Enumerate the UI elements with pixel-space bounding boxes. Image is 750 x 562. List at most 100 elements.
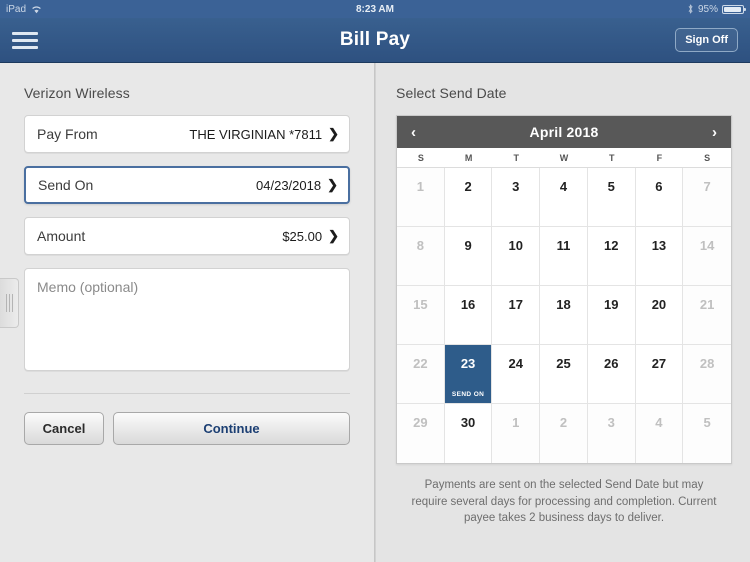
send-on-value: 04/23/2018 [256, 177, 322, 193]
calendar-day-number: 29 [413, 415, 428, 430]
amount-field[interactable]: Amount $25.00 ❯ [24, 217, 350, 255]
next-month-icon[interactable]: › [712, 125, 717, 140]
calendar-dow-4: T [608, 153, 615, 163]
pay-from-field[interactable]: Pay From THE VIRGINIAN *7811 ❯ [24, 115, 350, 153]
payee-name-label: Verizon Wireless [24, 85, 130, 101]
calendar-day[interactable]: 30 [444, 404, 493, 463]
calendar-day-selected[interactable]: 23 SEND ON [444, 345, 493, 404]
calendar-day[interactable]: 12 [587, 227, 636, 286]
calendar-month-title: April 2018 [529, 124, 599, 140]
calendar-day[interactable]: 19 [587, 286, 636, 345]
calendar-day-number: 26 [603, 356, 619, 371]
calendar-day-number: 14 [699, 238, 715, 253]
chevron-right-icon: ❯ [328, 228, 339, 243]
calendar-day-number: 19 [603, 297, 619, 312]
bill-pay-form-pane: Verizon Wireless Pay From THE VIRGINIAN … [0, 63, 375, 562]
calendar-day-number: 1 [512, 415, 520, 430]
calendar-day-number: 28 [699, 356, 715, 371]
calendar-day-number: 8 [416, 238, 424, 253]
calendar-day[interactable]: 26 [587, 345, 636, 404]
calendar-day[interactable]: 24 [492, 345, 541, 404]
calendar-header: ‹ April 2018 › [397, 116, 731, 148]
calendar-day[interactable]: 27 [635, 345, 684, 404]
calendar-day: 1 [492, 404, 541, 463]
pay-from-label: Pay From [37, 126, 98, 142]
calendar-day[interactable]: 11 [540, 227, 588, 286]
calendar-day-number: 18 [556, 297, 571, 312]
calendar-day[interactable]: 6 [635, 168, 684, 227]
calendar-day-number: 24 [508, 356, 524, 371]
calendar-day-number: 6 [655, 179, 663, 194]
calendar-day-number: 25 [556, 356, 571, 371]
amount-value: $25.00 [282, 228, 323, 244]
calendar-day: 15 [397, 286, 445, 345]
send-on-field[interactable]: Send On 04/23/2018 ❯ [24, 166, 350, 204]
send-on-label: Send On [38, 177, 94, 193]
send-date-pane: Select Send Date ‹ April 2018 › SMTWTFS … [375, 63, 750, 562]
calendar-day-number: 4 [655, 415, 663, 430]
hamburger-menu-icon[interactable] [12, 28, 38, 53]
calendar-day[interactable]: 5 [587, 168, 636, 227]
calendar-day-number: 7 [703, 179, 711, 194]
calendar-day-number: 15 [413, 297, 428, 312]
calendar-day[interactable]: 18 [540, 286, 588, 345]
calendar-day[interactable]: 10 [492, 227, 541, 286]
calendar-day[interactable]: 25 [540, 345, 588, 404]
calendar-day-number: 4 [559, 179, 568, 194]
calendar-day-grid: 1 2 3 4 5 6 7 8 9 10 11 12 13 14 15 16 17 18 19 20 21 22 23 SEN… [397, 168, 731, 463]
calendar-day: 8 [397, 227, 445, 286]
calendar-day[interactable]: 20 [635, 286, 684, 345]
calendar-day: 3 [587, 404, 636, 463]
calendar-day[interactable]: 9 [444, 227, 493, 286]
calendar-day: 21 [683, 286, 731, 345]
calendar-day: 1 [397, 168, 445, 227]
calendar-day[interactable]: 13 [635, 227, 684, 286]
calendar-day[interactable]: 16 [444, 286, 493, 345]
calendar-dow-5: F [656, 153, 663, 163]
calendar-day-number: 2 [559, 415, 568, 430]
form-divider [24, 393, 350, 394]
calendar-day: 5 [683, 404, 731, 463]
calendar-day-number: 17 [508, 297, 524, 312]
split-view: Verizon Wireless Pay From THE VIRGINIAN … [0, 63, 750, 562]
send-on-value-group: 04/23/2018 ❯ [256, 177, 338, 193]
battery-percent: 95% [697, 3, 718, 15]
calendar-dow-2: T [513, 153, 520, 163]
calendar-day: 28 [683, 345, 731, 404]
pay-from-value: THE VIRGINIAN *7811 [189, 126, 323, 142]
cancel-button[interactable]: Cancel [24, 412, 104, 445]
calendar: ‹ April 2018 › SMTWTFS 1 2 3 4 5 6 7 8 9 10 11 12 13… [396, 115, 732, 464]
calendar-day-number: 3 [607, 415, 615, 430]
calendar-day-number: 11 [556, 238, 571, 253]
sign-off-button[interactable]: Sign Off [675, 28, 738, 52]
calendar-day-number: 12 [603, 238, 619, 253]
split-view-drag-handle[interactable] [0, 278, 19, 328]
calendar-day-number: 3 [512, 179, 520, 194]
calendar-day: 22 [397, 345, 445, 404]
form-action-buttons: Cancel Continue [24, 412, 350, 445]
calendar-day-number: 1 [416, 179, 424, 194]
calendar-day-number: 5 [703, 415, 711, 430]
pay-from-value-group: THE VIRGINIAN *7811 ❯ [189, 126, 339, 142]
calendar-day[interactable]: 2 [444, 168, 493, 227]
continue-button[interactable]: Continue [113, 412, 350, 445]
calendar-day-headers: SMTWTFS [397, 148, 731, 168]
send-on-badge: SEND ON [451, 391, 485, 398]
calendar-day-number: 16 [460, 297, 476, 312]
previous-month-icon[interactable]: ‹ [411, 125, 416, 140]
calendar-dow-6: S [704, 153, 711, 163]
bluetooth-icon [687, 4, 694, 14]
calendar-day[interactable]: 4 [540, 168, 588, 227]
calendar-day-number: 9 [464, 238, 472, 253]
calendar-dow-3: W [559, 153, 569, 163]
calendar-day[interactable]: 17 [492, 286, 541, 345]
chevron-right-icon: ❯ [328, 126, 339, 141]
calendar-day-number: 13 [651, 238, 667, 253]
calendar-day-number: 21 [699, 297, 715, 312]
calendar-day: 7 [683, 168, 731, 227]
calendar-day-number: 20 [651, 297, 667, 312]
memo-input[interactable]: Memo (optional) [24, 268, 350, 371]
calendar-day[interactable]: 3 [492, 168, 541, 227]
amount-value-group: $25.00 ❯ [282, 228, 339, 244]
status-bar: iPad 8:23 AM 95% [0, 0, 750, 18]
